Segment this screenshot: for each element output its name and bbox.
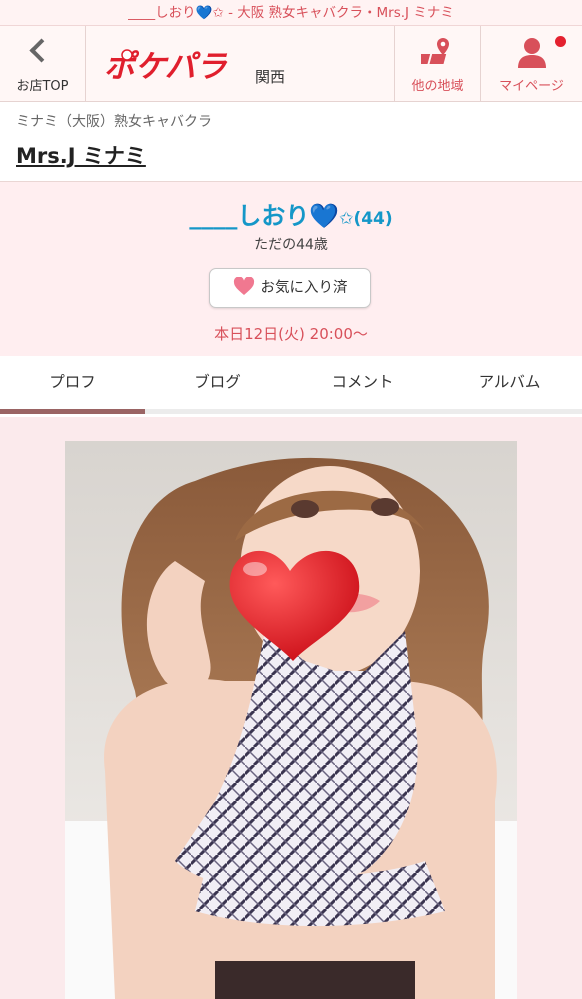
map-pin-icon bbox=[420, 38, 449, 64]
cast-name-text: ____しおり💙 bbox=[189, 202, 340, 230]
page-title-bar: ____しおり💙✩ - 大阪 熟女キャバクラ・Mrs.J ミナミ bbox=[0, 0, 582, 26]
tab-comment[interactable]: コメント bbox=[290, 356, 435, 409]
photo-section bbox=[0, 417, 582, 999]
shop-info: ミナミ（大阪）熟女キャバクラ Mrs.J ミナミ bbox=[0, 102, 582, 182]
other-area-label: 他の地域 bbox=[411, 79, 464, 94]
shop-category: ミナミ（大阪）熟女キャバクラ bbox=[16, 114, 212, 130]
heart-icon bbox=[233, 277, 254, 295]
mypage-button[interactable]: マイページ bbox=[480, 26, 582, 102]
other-area-button[interactable]: 他の地域 bbox=[394, 26, 480, 102]
cast-tagline: ただの44歳 bbox=[254, 237, 328, 253]
cast-profile-header: ____しおり💙✩(44) ただの44歳 お気に入り済 本日12日(火) 20:… bbox=[0, 182, 582, 356]
cast-name: ____しおり💙✩(44) bbox=[0, 196, 582, 231]
notification-dot bbox=[555, 36, 566, 47]
profile-tabs: プロフ ブログ コメント アルバム bbox=[0, 356, 582, 414]
tab-profile[interactable]: プロフ bbox=[0, 356, 145, 414]
site-header: お店TOP ポケパラ 関西 他の地域 マイページ bbox=[0, 26, 582, 102]
tab-album[interactable]: アルバム bbox=[437, 356, 582, 409]
chevron-left-icon bbox=[29, 38, 54, 63]
tab-blog[interactable]: ブログ bbox=[145, 356, 290, 409]
mypage-label: マイページ bbox=[499, 79, 564, 94]
cast-age: ✩(44) bbox=[339, 209, 393, 229]
cast-photo-image bbox=[65, 441, 517, 999]
favorite-label: お気に入り済 bbox=[260, 280, 348, 296]
pokepara-logo[interactable]: ポケパラ bbox=[102, 46, 250, 84]
work-schedule: 本日12日(火) 20:00〜 bbox=[214, 325, 368, 343]
logo-star-icon bbox=[121, 49, 133, 61]
user-icon bbox=[517, 38, 546, 68]
back-label: お店TOP bbox=[16, 79, 69, 94]
favorite-button[interactable]: お気に入り済 bbox=[209, 268, 371, 308]
shop-name-link[interactable]: Mrs.J ミナミ bbox=[16, 140, 146, 170]
region-label: 関西 bbox=[255, 68, 286, 86]
cast-photo[interactable] bbox=[65, 441, 517, 999]
back-to-shop-top-button[interactable]: お店TOP bbox=[0, 26, 86, 102]
